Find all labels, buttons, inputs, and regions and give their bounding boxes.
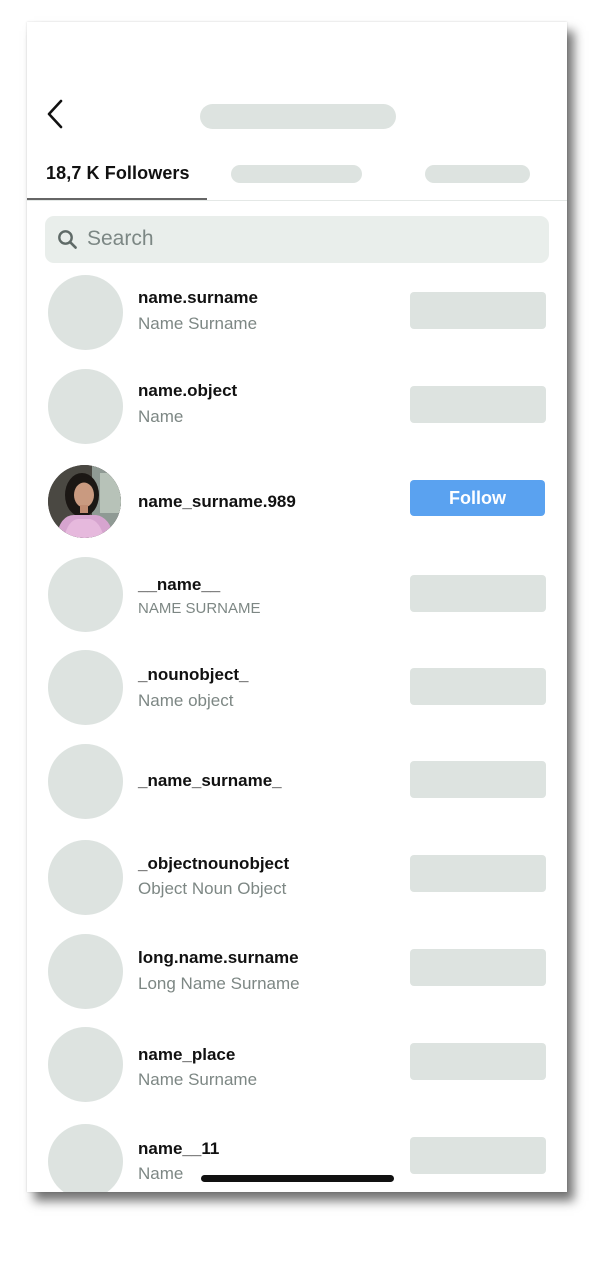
follow-button-placeholder[interactable] (410, 1137, 546, 1174)
full-name: Object Noun Object (138, 879, 287, 898)
avatar (48, 465, 121, 538)
profile-title-placeholder (200, 104, 396, 129)
username: name.surname (138, 288, 258, 307)
follow-button[interactable]: Follow (410, 480, 545, 516)
chevron-left-icon (47, 99, 63, 129)
avatar (48, 275, 123, 350)
follow-button-placeholder[interactable] (410, 855, 546, 892)
avatar (48, 1027, 123, 1102)
full-name: Long Name Surname (138, 974, 300, 993)
follow-button-placeholder[interactable] (410, 386, 546, 423)
avatar (48, 557, 123, 632)
tab-followers[interactable]: 18,7 K Followers (27, 152, 207, 200)
username: name_surname.989 (138, 492, 296, 511)
list-item[interactable]: __name__ NAME SURNAME (27, 554, 567, 648)
username: name.object (138, 381, 238, 400)
full-name: NAME SURNAME (138, 600, 261, 617)
follow-button-placeholder[interactable] (410, 761, 546, 798)
full-name: Name (138, 1164, 184, 1183)
list-item[interactable]: long.name.surname Long Name Surname (27, 931, 567, 1025)
username: _nounobject_ (138, 665, 249, 684)
list-item[interactable]: name.object Name (27, 366, 567, 460)
avatar (48, 934, 123, 1009)
list-item[interactable]: _nounobject_ Name object (27, 648, 567, 742)
avatar (48, 650, 123, 725)
full-name: Name Surname (138, 314, 258, 333)
username: __name__ (138, 575, 221, 594)
tab-followers-label: 18,7 K Followers (46, 163, 190, 183)
search-placeholder: Search (87, 227, 154, 250)
back-button[interactable] (45, 98, 71, 130)
full-name: Name (138, 407, 184, 426)
avatar (48, 840, 123, 915)
username: _name_surname_ (138, 771, 282, 790)
tabs-divider (27, 200, 567, 201)
home-indicator (201, 1175, 394, 1182)
follow-button-placeholder[interactable] (410, 292, 546, 329)
list-item[interactable]: name_surname.989 Follow (27, 460, 567, 554)
avatar (48, 744, 123, 819)
tab-placeholder-2[interactable] (425, 165, 530, 183)
follow-button-placeholder[interactable] (410, 668, 546, 705)
full-name: Name Surname (138, 1070, 258, 1089)
avatar (48, 369, 123, 444)
follow-button-placeholder[interactable] (410, 1043, 546, 1080)
username: _objectnounobject (138, 854, 290, 873)
username: name_place (138, 1045, 236, 1064)
search-icon (58, 230, 77, 249)
list-item[interactable]: name_place Name Surname (27, 1025, 567, 1119)
phone-screen: 18,7 K Followers Search name.surname Nam… (27, 22, 567, 1192)
search-input[interactable]: Search (45, 216, 549, 263)
full-name: Name object (138, 691, 234, 710)
username: name__11 (138, 1139, 220, 1158)
list-item[interactable]: name.surname Name Surname (27, 272, 567, 366)
list-item[interactable]: _name_surname_ (27, 742, 567, 836)
avatar (48, 1124, 123, 1192)
list-item[interactable]: _objectnounobject Object Noun Object (27, 837, 567, 931)
follow-button-placeholder[interactable] (410, 575, 546, 612)
tab-placeholder-1[interactable] (231, 165, 362, 183)
follow-button-placeholder[interactable] (410, 949, 546, 986)
username: long.name.surname (138, 948, 299, 967)
profile-photo (48, 465, 121, 538)
